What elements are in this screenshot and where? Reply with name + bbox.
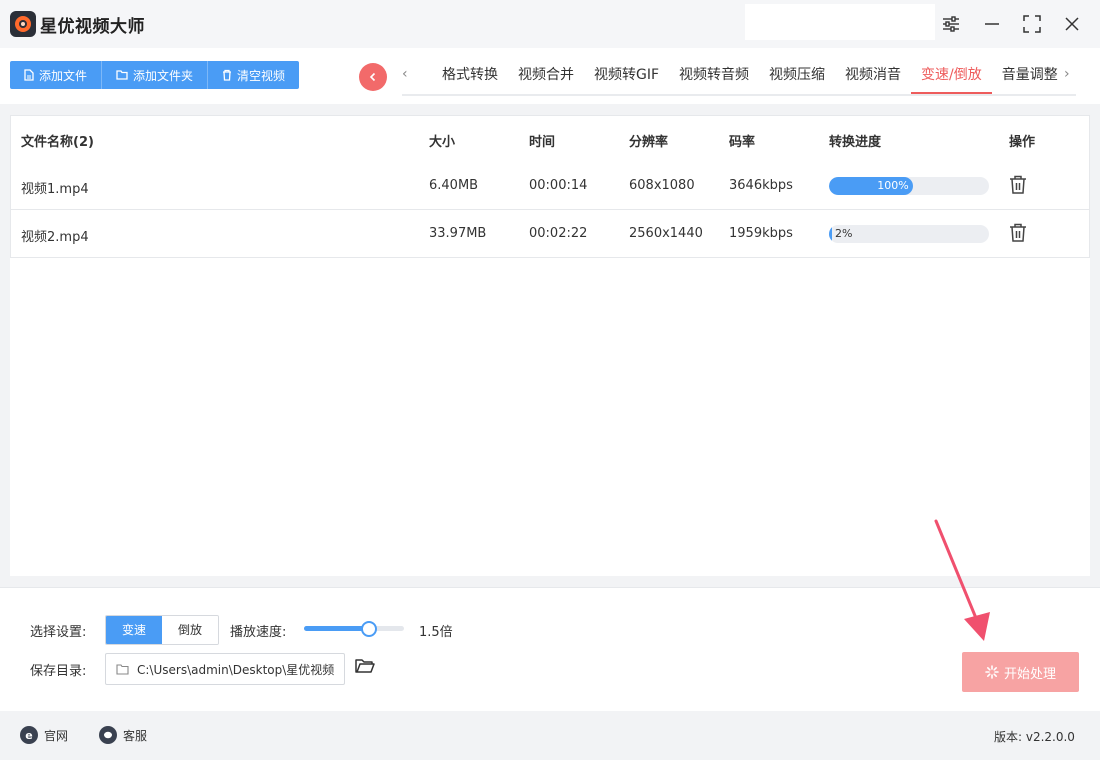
progress-bar: 2% xyxy=(829,225,989,243)
tab-4[interactable]: 视频压缩 xyxy=(759,60,835,92)
tab-0[interactable]: 格式转换 xyxy=(432,60,508,92)
progress-text: 100% xyxy=(877,179,909,192)
tab-list: 格式转换 视频合并 视频转GIF 视频转音频 视频压缩 视频消音 变速/倒放 音量调整 xyxy=(432,60,1068,94)
delete-trash-icon[interactable] xyxy=(1008,222,1028,244)
table-header: 文件名称(2) 大小 时间 分辨率 码率 转换进度 操作 xyxy=(10,115,1090,163)
tab-1[interactable]: 视频合并 xyxy=(508,60,584,92)
col-progress: 转换进度 xyxy=(829,135,882,150)
website-link[interactable]: e 官网 xyxy=(20,726,68,744)
mode-toggle: 变速 倒放 xyxy=(105,615,219,645)
maximize-icon[interactable] xyxy=(1018,10,1046,38)
clear-videos-label: 清空视频 xyxy=(237,68,286,83)
cell-bitrate: 1959kbps xyxy=(729,226,793,241)
save-path-field[interactable]: C:\Users\admin\Desktop\星优视频 xyxy=(105,653,345,685)
clear-videos-button[interactable]: 清空视频 xyxy=(208,61,299,89)
cell-resolution: 608x1080 xyxy=(629,178,695,193)
start-processing-label: 开始处理 xyxy=(1003,666,1056,682)
title-search-box[interactable] xyxy=(745,4,935,40)
mode-label: 选择设置: xyxy=(30,625,87,640)
speed-label: 播放速度: xyxy=(230,625,287,640)
support-label: 客服 xyxy=(123,728,148,743)
cell-time: 00:00:14 xyxy=(529,178,588,193)
file-actions: 添加文件 添加文件夹 清空视频 xyxy=(10,61,300,89)
chevron-left-icon xyxy=(369,72,376,82)
add-folder-button[interactable]: 添加文件夹 xyxy=(102,61,209,89)
speed-slider-handle[interactable] xyxy=(361,621,377,637)
cell-size: 33.97MB xyxy=(429,226,487,241)
cell-name: 视频1.mp4 xyxy=(21,182,89,197)
col-actions: 操作 xyxy=(1009,135,1036,150)
file-table: 文件名称(2) 大小 时间 分辨率 码率 转换进度 操作 视频1.mp4 6.40… xyxy=(10,115,1090,576)
progress-bar: 100% xyxy=(829,177,989,195)
delete-trash-icon[interactable] xyxy=(1008,174,1028,196)
folder-icon xyxy=(116,70,128,80)
add-folder-label: 添加文件夹 xyxy=(133,68,194,83)
col-resolution: 分辨率 xyxy=(629,135,669,150)
table-row[interactable]: 视频1.mp4 6.40MB 00:00:14 608x1080 3646kbps 100… xyxy=(10,162,1090,210)
table-row[interactable]: 视频2.mp4 33.97MB 00:02:22 2560x1440 1959kbps 2… xyxy=(10,210,1090,258)
settings-sliders-icon[interactable] xyxy=(937,10,965,38)
col-size: 大小 xyxy=(429,135,456,150)
cell-size: 6.40MB xyxy=(429,178,479,193)
speed-slider-fill xyxy=(304,626,369,631)
app-logo-icon xyxy=(10,11,36,37)
start-processing-button[interactable]: 开始处理 xyxy=(962,652,1079,692)
version-text: 版本: v2.2.0.0 xyxy=(994,730,1075,744)
folder-outline-icon xyxy=(116,663,129,675)
col-bitrate: 码率 xyxy=(729,135,756,150)
tab-2[interactable]: 视频转GIF xyxy=(584,60,669,92)
tabs-next-icon[interactable]: › xyxy=(1064,66,1070,82)
website-label: 官网 xyxy=(44,728,69,743)
cell-bitrate: 3646kbps xyxy=(729,178,793,193)
add-file-button[interactable]: 添加文件 xyxy=(10,61,103,89)
tab-6[interactable]: 变速/倒放 xyxy=(911,60,992,94)
save-dir-label: 保存目录: xyxy=(30,664,87,679)
progress-fill xyxy=(829,225,832,243)
mode-speed-button[interactable]: 变速 xyxy=(106,616,162,644)
ie-icon: e xyxy=(20,726,38,744)
col-name: 文件名称(2) xyxy=(21,135,94,150)
spinner-icon xyxy=(985,665,999,679)
tab-3[interactable]: 视频转音频 xyxy=(669,60,759,92)
title-bar xyxy=(0,0,1100,48)
app-title: 星优视频大师 xyxy=(40,17,145,37)
trash-icon xyxy=(223,69,232,81)
speed-slider[interactable] xyxy=(304,621,404,637)
close-icon[interactable] xyxy=(1058,10,1086,38)
collapse-button[interactable] xyxy=(359,63,387,91)
tab-5[interactable]: 视频消音 xyxy=(835,60,911,92)
progress-text: 2% xyxy=(835,227,853,240)
file-icon xyxy=(24,69,34,81)
cell-resolution: 2560x1440 xyxy=(629,226,703,241)
minimize-icon[interactable] xyxy=(978,10,1006,38)
add-file-label: 添加文件 xyxy=(39,68,88,83)
mode-reverse-button[interactable]: 倒放 xyxy=(162,616,218,644)
open-folder-icon[interactable] xyxy=(354,656,376,678)
footer xyxy=(0,711,1100,760)
annotation-arrow-icon xyxy=(934,519,990,641)
speed-value: 1.5倍 xyxy=(419,625,453,640)
support-link[interactable]: 客服 xyxy=(99,726,147,744)
function-tabs: ‹ 格式转换 视频合并 视频转GIF 视频转音频 视频压缩 视频消音 变速/倒放 音量调整 › xyxy=(402,60,1076,96)
tabs-prev-icon[interactable]: ‹ xyxy=(402,66,408,82)
cell-name: 视频2.mp4 xyxy=(21,230,89,245)
col-time: 时间 xyxy=(529,135,556,150)
cell-time: 00:02:22 xyxy=(529,226,588,241)
tab-7[interactable]: 音量调整 xyxy=(992,60,1068,92)
save-path-text: C:\Users\admin\Desktop\星优视频 xyxy=(137,662,335,677)
chat-bubble-icon xyxy=(99,726,117,744)
